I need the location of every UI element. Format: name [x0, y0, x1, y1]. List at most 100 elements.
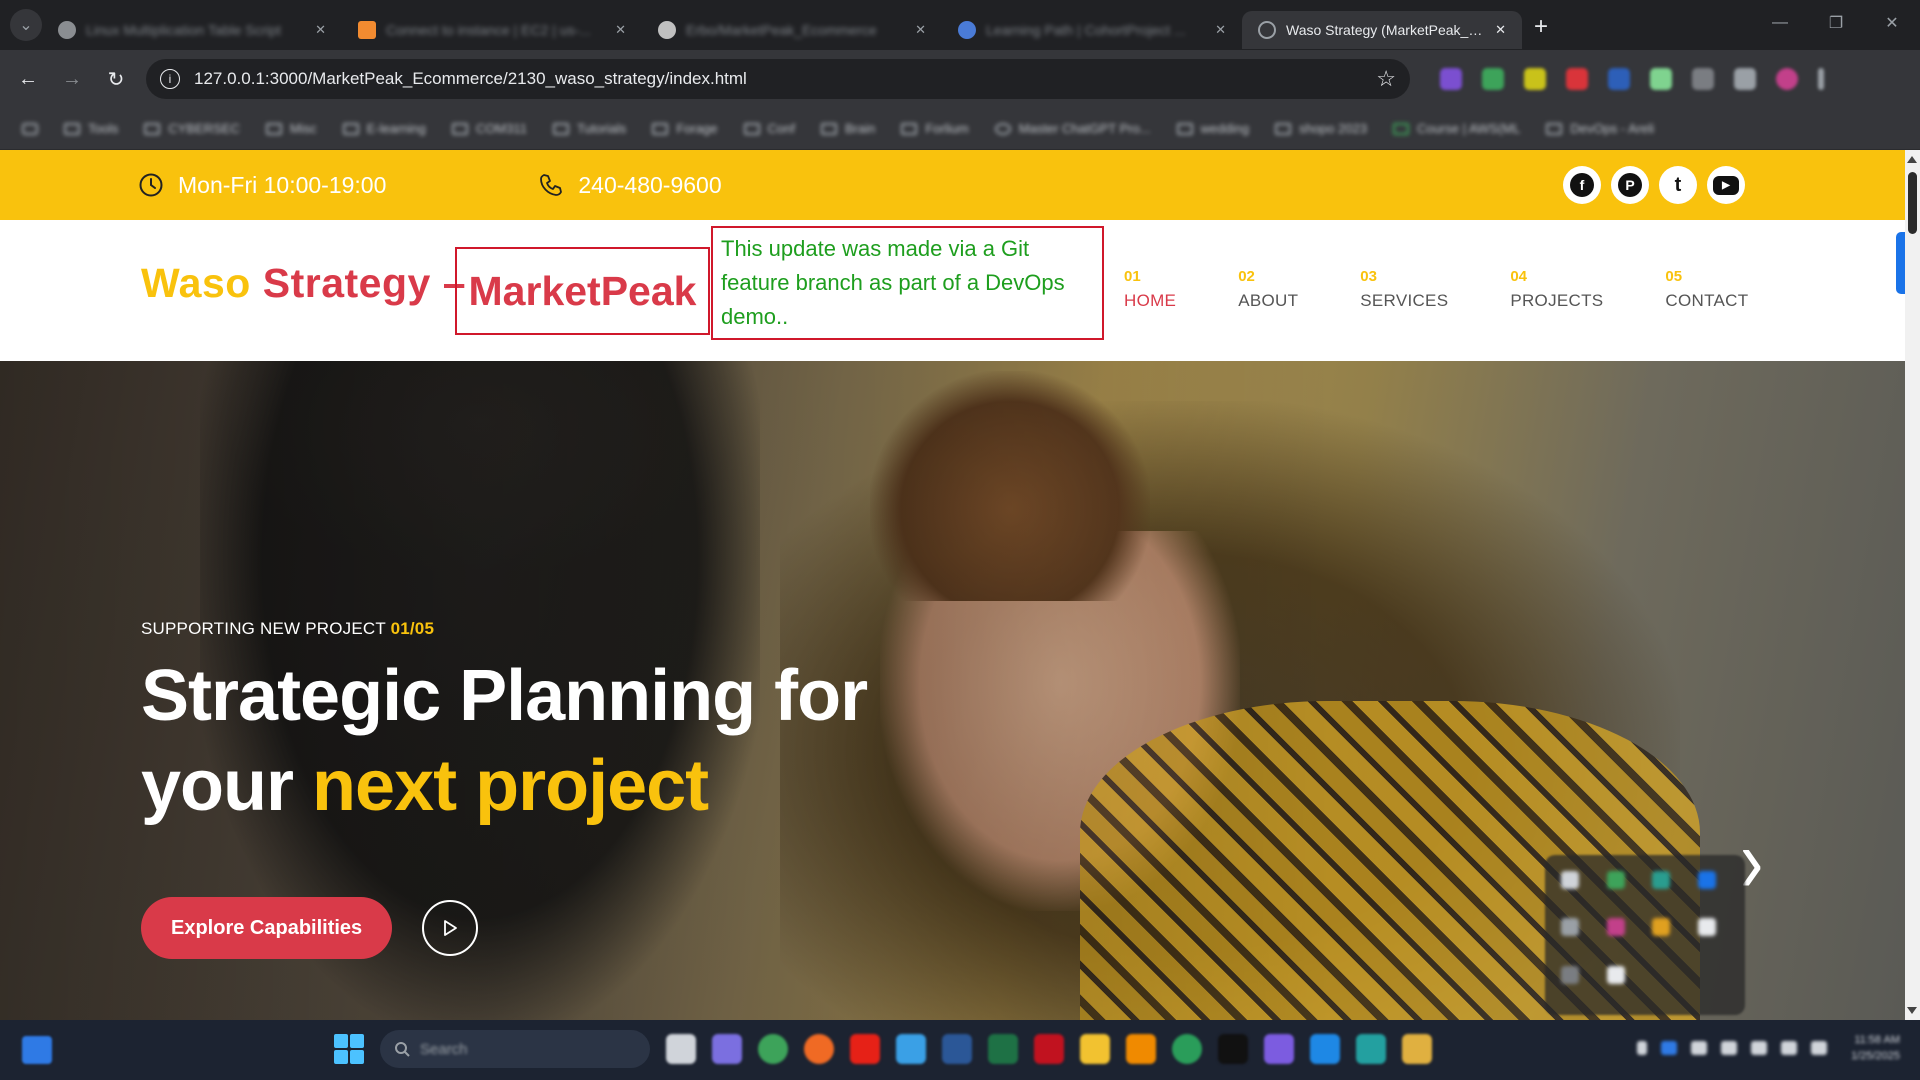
tray-app-icon[interactable] [1606, 965, 1625, 984]
browser-tab[interactable]: Connect to instance | EC2 | us-... ✕ [342, 11, 642, 49]
language-icon[interactable] [1721, 1041, 1738, 1055]
close-icon[interactable]: ✕ [315, 22, 326, 38]
bookmark-folder[interactable]: Brain [820, 121, 875, 136]
chrome-profile-icon[interactable] [1172, 1034, 1202, 1064]
back-icon[interactable]: ← [6, 68, 50, 91]
bookmark-folder[interactable]: Forage [652, 121, 718, 136]
play-video-button[interactable] [422, 900, 479, 956]
bookmark-folder[interactable]: Tutorials [552, 121, 626, 136]
nav-item-services[interactable]: 03 SERVICES [1360, 268, 1448, 311]
tray-app-icon[interactable] [1697, 918, 1716, 937]
tray-app-icon[interactable] [1561, 871, 1579, 889]
side-panel-tab[interactable] [1896, 232, 1905, 294]
extension-icon[interactable] [1650, 68, 1672, 90]
phone-info[interactable]: 240-480-9600 [538, 172, 722, 199]
pinterest-icon[interactable]: P [1611, 166, 1649, 204]
bookmark-folder[interactable]: CYBERSEC [144, 121, 240, 136]
word-icon[interactable] [942, 1034, 972, 1064]
close-window-icon[interactable]: ✕ [1864, 0, 1920, 46]
profile-avatar[interactable] [1776, 68, 1798, 90]
extension-icon[interactable] [1566, 68, 1588, 90]
phone-link-icon[interactable] [896, 1034, 926, 1064]
close-icon[interactable]: ✕ [915, 22, 926, 38]
nav-item-projects[interactable]: 04 PROJECTS [1510, 268, 1603, 311]
nav-item-home[interactable]: 01 HOME [1124, 268, 1176, 311]
close-icon[interactable]: ✕ [1495, 22, 1506, 38]
scrollbar-thumb[interactable] [1908, 172, 1917, 234]
apps-icon[interactable] [22, 122, 38, 135]
tab-search-button[interactable]: ⌄ [10, 9, 42, 41]
bookmark-folder[interactable]: Conf [743, 121, 795, 136]
restore-icon[interactable]: ❐ [1808, 0, 1864, 46]
battery-icon[interactable] [1811, 1041, 1828, 1055]
browser-tab[interactable]: Linux Multiplication Table Script ✕ [42, 11, 342, 49]
site-info-icon[interactable]: i [160, 69, 180, 89]
bookmark-link[interactable]: Master ChatGPT Pro... [994, 121, 1151, 136]
onedrive-icon[interactable] [1661, 1041, 1678, 1055]
task-view-icon[interactable] [666, 1034, 696, 1064]
extension-icon[interactable] [1524, 68, 1546, 90]
extension-icon[interactable] [1734, 68, 1756, 90]
browser-tab[interactable]: Learning Path | CohortProject ... ✕ [942, 11, 1242, 49]
extension-icon[interactable] [1440, 68, 1462, 90]
bookmark-folder[interactable]: COM311 [451, 121, 527, 136]
tray-app-icon[interactable] [1652, 871, 1670, 889]
close-icon[interactable]: ✕ [615, 22, 626, 38]
wifi-icon[interactable] [1751, 1041, 1768, 1055]
extension-icon[interactable] [1608, 68, 1630, 90]
x-app-icon[interactable] [1218, 1034, 1248, 1064]
bookmark-folder[interactable]: shopo 2023 [1275, 121, 1367, 136]
youtube-icon[interactable]: ▶ [1707, 166, 1745, 204]
bookmark-folder[interactable]: Misc [265, 121, 317, 136]
scroll-up-arrow[interactable] [1907, 156, 1917, 163]
tray-icon[interactable] [1691, 1041, 1708, 1055]
excel-icon[interactable] [988, 1034, 1018, 1064]
taskbar-clock[interactable]: 11:58 AM 1/25/2025 [1851, 1032, 1900, 1064]
tray-app-icon[interactable] [1561, 965, 1579, 984]
bookmark-link[interactable]: Course | AWS(ML [1393, 121, 1520, 136]
bookmark-folder[interactable]: Forlium [901, 121, 969, 136]
tray-app-icon[interactable] [1606, 918, 1625, 937]
new-tab-button[interactable]: + [1534, 13, 1548, 41]
obsidian-icon[interactable] [1264, 1034, 1294, 1064]
paint-icon[interactable] [1402, 1034, 1432, 1064]
vscode-icon[interactable] [1310, 1034, 1340, 1064]
page-scrollbar[interactable] [1905, 150, 1920, 1020]
widgets-icon[interactable] [22, 1036, 52, 1064]
nav-item-about[interactable]: 02 ABOUT [1238, 268, 1298, 311]
windows-start-icon[interactable] [334, 1034, 364, 1064]
site-logo[interactable]: Waso Strategy – [141, 260, 466, 307]
volume-icon[interactable] [1781, 1041, 1798, 1055]
youtube-app-icon[interactable] [850, 1034, 880, 1064]
tray-app-icon[interactable] [1652, 918, 1670, 937]
tray-app-icon[interactable] [1697, 871, 1716, 889]
chrome-icon[interactable] [758, 1034, 788, 1064]
chat-icon[interactable] [712, 1034, 742, 1064]
bookmark-star-icon[interactable]: ☆ [1376, 66, 1396, 92]
url-text[interactable]: 127.0.0.1:3000/MarketPeak_Ecommerce/2130… [194, 69, 1376, 89]
show-hidden-icons[interactable] [1637, 1041, 1648, 1055]
extension-icon[interactable] [1692, 68, 1714, 90]
tray-app-icon[interactable] [1561, 918, 1579, 937]
file-explorer-icon[interactable] [1080, 1034, 1110, 1064]
firefox-icon[interactable] [804, 1034, 834, 1064]
tray-app-icon[interactable] [1606, 871, 1625, 889]
twitter-icon[interactable]: t [1659, 166, 1697, 204]
explore-capabilities-button[interactable]: Explore Capabilities [141, 897, 393, 959]
close-icon[interactable]: ✕ [1215, 22, 1226, 38]
bookmark-folder[interactable]: E-learning [342, 121, 426, 136]
taskbar-search[interactable]: Search [380, 1030, 650, 1068]
browser-tab[interactable]: Erbo/MarketPeak_Ecommerce ✕ [642, 11, 942, 49]
acrobat-icon[interactable] [1034, 1034, 1064, 1064]
facebook-icon[interactable]: f [1563, 166, 1601, 204]
nav-item-contact[interactable]: 05 CONTACT [1665, 268, 1748, 311]
forward-icon[interactable]: → [50, 68, 94, 91]
app-icon[interactable] [1356, 1034, 1386, 1064]
extension-icon[interactable] [1482, 68, 1504, 90]
bookmark-folder[interactable]: DevOps - Areli [1546, 121, 1654, 136]
minimize-icon[interactable]: — [1752, 0, 1808, 46]
scroll-down-arrow[interactable] [1907, 1007, 1917, 1014]
url-bar[interactable]: i 127.0.0.1:3000/MarketPeak_Ecommerce/21… [146, 59, 1410, 99]
menu-icon[interactable] [1818, 68, 1824, 90]
reload-icon[interactable]: ↻ [94, 67, 138, 92]
